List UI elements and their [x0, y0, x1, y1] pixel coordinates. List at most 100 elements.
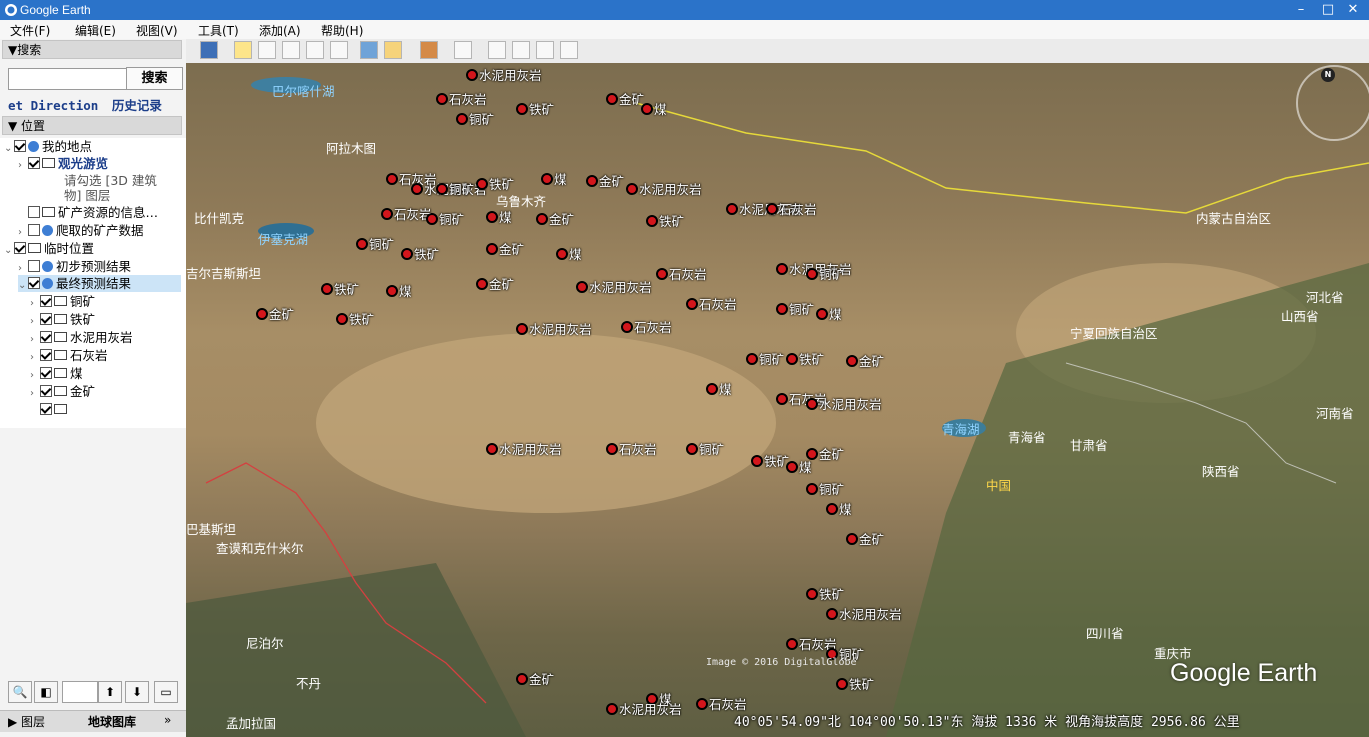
checkbox[interactable]: [40, 385, 52, 397]
tree-item-gold[interactable]: › 金矿: [30, 383, 95, 400]
menu-view[interactable]: 视图(V): [136, 22, 178, 39]
mineral-marker-icon[interactable]: [656, 268, 668, 280]
mineral-marker-icon[interactable]: [426, 213, 438, 225]
mineral-marker-icon[interactable]: [486, 211, 498, 223]
path-icon[interactable]: [282, 41, 300, 59]
tree-item-cement-limestone[interactable]: › 水泥用灰岩: [30, 329, 133, 346]
mineral-marker-icon[interactable]: [776, 393, 788, 405]
mineral-marker-icon[interactable]: [826, 503, 838, 515]
tab-layers[interactable]: ▶ 图层: [8, 713, 45, 730]
mineral-marker-icon[interactable]: [846, 533, 858, 545]
checkbox[interactable]: [40, 403, 52, 415]
mineral-marker-icon[interactable]: [806, 448, 818, 460]
folder-icon[interactable]: ▭: [154, 681, 178, 703]
get-directions-link[interactable]: et Direction: [8, 98, 98, 113]
maps-icon[interactable]: [560, 41, 578, 59]
history-link[interactable]: 历史记录: [112, 98, 162, 113]
mineral-marker-icon[interactable]: [726, 203, 738, 215]
mineral-marker-icon[interactable]: [836, 678, 848, 690]
mineral-marker-icon[interactable]: [401, 248, 413, 260]
search-panel-header[interactable]: ▼搜索: [2, 40, 182, 59]
mineral-marker-icon[interactable]: [621, 321, 633, 333]
collapse-arrow-icon[interactable]: ⌄: [4, 242, 14, 259]
mineral-marker-icon[interactable]: [806, 268, 818, 280]
mineral-marker-icon[interactable]: [606, 93, 618, 105]
email-icon[interactable]: [488, 41, 506, 59]
menu-file[interactable]: 文件(F): [10, 22, 50, 39]
mineral-marker-icon[interactable]: [556, 248, 568, 260]
checkbox[interactable]: [14, 242, 26, 254]
blank-field[interactable]: [62, 681, 98, 703]
checkbox[interactable]: [40, 349, 52, 361]
more-arrow[interactable]: »: [164, 713, 171, 727]
placemark-icon[interactable]: [234, 41, 252, 59]
mineral-marker-icon[interactable]: [476, 178, 488, 190]
checkbox[interactable]: [28, 224, 40, 236]
tree-item-final-results[interactable]: ⌄ 最终预测结果: [18, 275, 181, 292]
mineral-marker-icon[interactable]: [436, 183, 448, 195]
mineral-marker-icon[interactable]: [536, 213, 548, 225]
checkbox[interactable]: [28, 206, 40, 218]
mineral-marker-icon[interactable]: [606, 443, 618, 455]
mineral-marker-icon[interactable]: [411, 183, 423, 195]
mineral-marker-icon[interactable]: [356, 238, 368, 250]
mineral-marker-icon[interactable]: [776, 263, 788, 275]
menu-tools[interactable]: 工具(T): [198, 22, 239, 39]
mineral-marker-icon[interactable]: [516, 103, 528, 115]
move-up-icon[interactable]: ⬆: [98, 681, 122, 703]
search-icon[interactable]: 🔍: [8, 681, 32, 703]
mineral-marker-icon[interactable]: [786, 461, 798, 473]
save-image-icon[interactable]: [536, 41, 554, 59]
print-icon[interactable]: [512, 41, 530, 59]
mineral-marker-icon[interactable]: [806, 483, 818, 495]
mineral-marker-icon[interactable]: [586, 175, 598, 187]
mineral-marker-icon[interactable]: [646, 215, 658, 227]
mineral-marker-icon[interactable]: [751, 455, 763, 467]
mineral-marker-icon[interactable]: [706, 383, 718, 395]
mineral-marker-icon[interactable]: [806, 398, 818, 410]
mineral-marker-icon[interactable]: [576, 281, 588, 293]
polygon-icon[interactable]: [258, 41, 276, 59]
tree-item-copper[interactable]: › 铜矿: [30, 293, 95, 310]
ruler-icon[interactable]: [454, 41, 472, 59]
mineral-marker-icon[interactable]: [321, 283, 333, 295]
planets-icon[interactable]: [420, 41, 438, 59]
mineral-marker-icon[interactable]: [386, 285, 398, 297]
move-down-icon[interactable]: ⬇: [125, 681, 149, 703]
mineral-marker-icon[interactable]: [606, 703, 618, 715]
checkbox[interactable]: [40, 331, 52, 343]
mineral-marker-icon[interactable]: [806, 588, 818, 600]
tree-item-coal[interactable]: › 煤: [30, 365, 83, 382]
checkbox[interactable]: [28, 157, 40, 169]
mineral-marker-icon[interactable]: [541, 173, 553, 185]
mineral-marker-icon[interactable]: [766, 203, 778, 215]
tree-item-sightseeing[interactable]: › 观光游览: [18, 155, 108, 172]
mineral-marker-icon[interactable]: [641, 103, 653, 115]
tree-item-my-places[interactable]: ⌄ 我的地点: [4, 138, 92, 155]
checkbox[interactable]: [28, 277, 40, 289]
mineral-marker-icon[interactable]: [381, 208, 393, 220]
mineral-marker-icon[interactable]: [786, 353, 798, 365]
mineral-marker-icon[interactable]: [336, 313, 348, 325]
mineral-marker-icon[interactable]: [696, 698, 708, 710]
checkbox[interactable]: [40, 313, 52, 325]
tree-item-iron[interactable]: › 铁矿: [30, 311, 95, 328]
tree-item-mineral-info[interactable]: 矿产资源的信息…: [18, 204, 158, 221]
mineral-marker-icon[interactable]: [626, 183, 638, 195]
places-panel-header[interactable]: ▼ 位置: [2, 116, 182, 135]
tour-icon[interactable]: [330, 41, 348, 59]
mineral-marker-icon[interactable]: [816, 308, 828, 320]
mineral-marker-icon[interactable]: [846, 355, 858, 367]
mineral-marker-icon[interactable]: [686, 298, 698, 310]
checkbox[interactable]: [40, 367, 52, 379]
sun-icon[interactable]: [384, 41, 402, 59]
overlay-icon[interactable]: [306, 41, 324, 59]
menu-help[interactable]: 帮助(H): [321, 22, 363, 39]
checkbox[interactable]: [28, 260, 40, 272]
tree-item-preliminary-results[interactable]: › 初步预测结果: [18, 258, 131, 275]
mineral-marker-icon[interactable]: [826, 608, 838, 620]
sidebar-toggle-icon[interactable]: [200, 41, 218, 59]
menu-add[interactable]: 添加(A): [259, 22, 301, 39]
mineral-marker-icon[interactable]: [746, 353, 758, 365]
historical-imagery-icon[interactable]: [360, 41, 378, 59]
